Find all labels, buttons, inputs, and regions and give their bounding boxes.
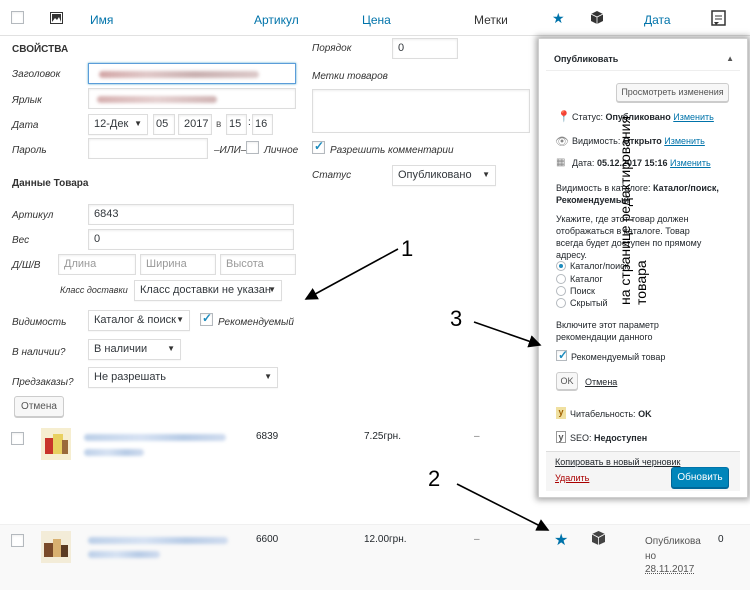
arrow-1 [304, 248, 399, 300]
annotation-number-3: 3 [450, 306, 463, 331]
annotation-number-2: 2 [428, 466, 441, 491]
arrow-2 [456, 483, 550, 531]
arrow-3 [473, 321, 542, 348]
annotation-rotated-text: на странице редактирования товара [617, 116, 649, 305]
annotation-number-1: 1 [401, 236, 414, 261]
